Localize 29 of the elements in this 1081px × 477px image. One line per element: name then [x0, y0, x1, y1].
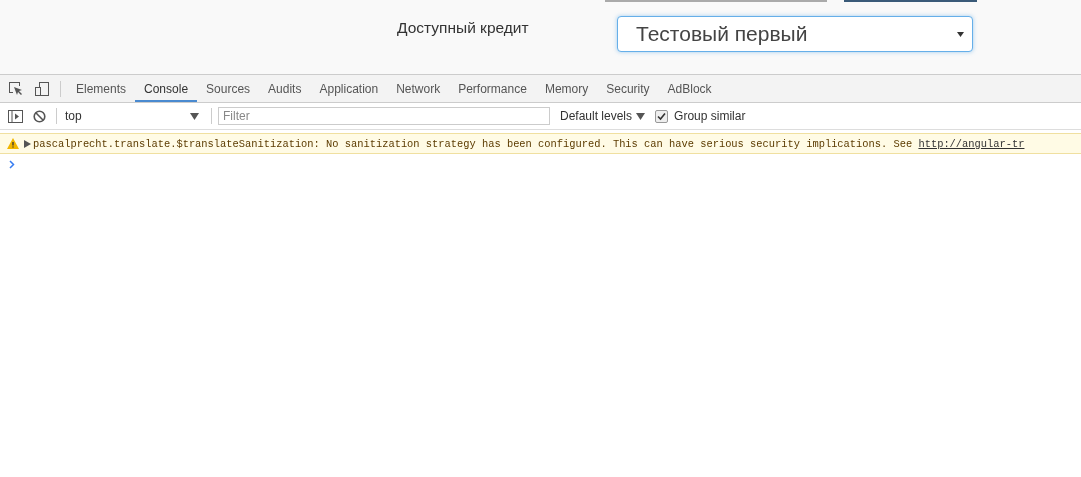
caret-icon	[957, 31, 964, 37]
filter-field[interactable]: Filter	[218, 107, 550, 125]
devtools-tab[interactable]: Sources	[197, 75, 260, 102]
checkbox-label: Group similar	[674, 109, 746, 123]
devtools-tab[interactable]: Memory	[535, 75, 598, 102]
device-icon[interactable]	[34, 80, 50, 97]
inspect-icon[interactable]	[8, 80, 24, 97]
checkbox[interactable]	[655, 109, 669, 123]
message-text: pascalprecht.translate.$translateSanitization: No sanitization strategy has been configured. This can have serious security implications. See	[33, 137, 914, 150]
devtools-tab[interactable]: Application	[310, 75, 388, 102]
devtools-tab[interactable]: Performance	[449, 75, 536, 102]
prompt-icon[interactable]	[9, 160, 15, 169]
field-label: Доступный кредит	[397, 19, 530, 37]
caret-icon	[190, 112, 199, 120]
devtools-tab[interactable]: AdBlock	[658, 75, 721, 102]
message-link[interactable]: http://angular-tr	[918, 137, 1025, 150]
sidebar-toggle-icon[interactable]	[8, 109, 23, 123]
select-dropdown[interactable]: Тестовый первый	[617, 16, 973, 52]
devtools-tab[interactable]: Security	[597, 75, 659, 102]
clear-icon[interactable]	[33, 109, 46, 123]
devtools-tab[interactable]: Audits	[259, 75, 311, 102]
expand-triangle-icon[interactable]	[24, 139, 31, 148]
caret-icon	[636, 112, 646, 120]
devtools-tab[interactable]: Network	[387, 75, 450, 102]
levels-dropdown[interactable]: Default levels	[560, 109, 646, 123]
devtools-tab[interactable]: Elements	[67, 75, 136, 102]
warning-icon	[7, 138, 19, 149]
context-dropdown[interactable]: top	[63, 109, 207, 123]
devtools-tab[interactable]: Console	[135, 75, 198, 102]
